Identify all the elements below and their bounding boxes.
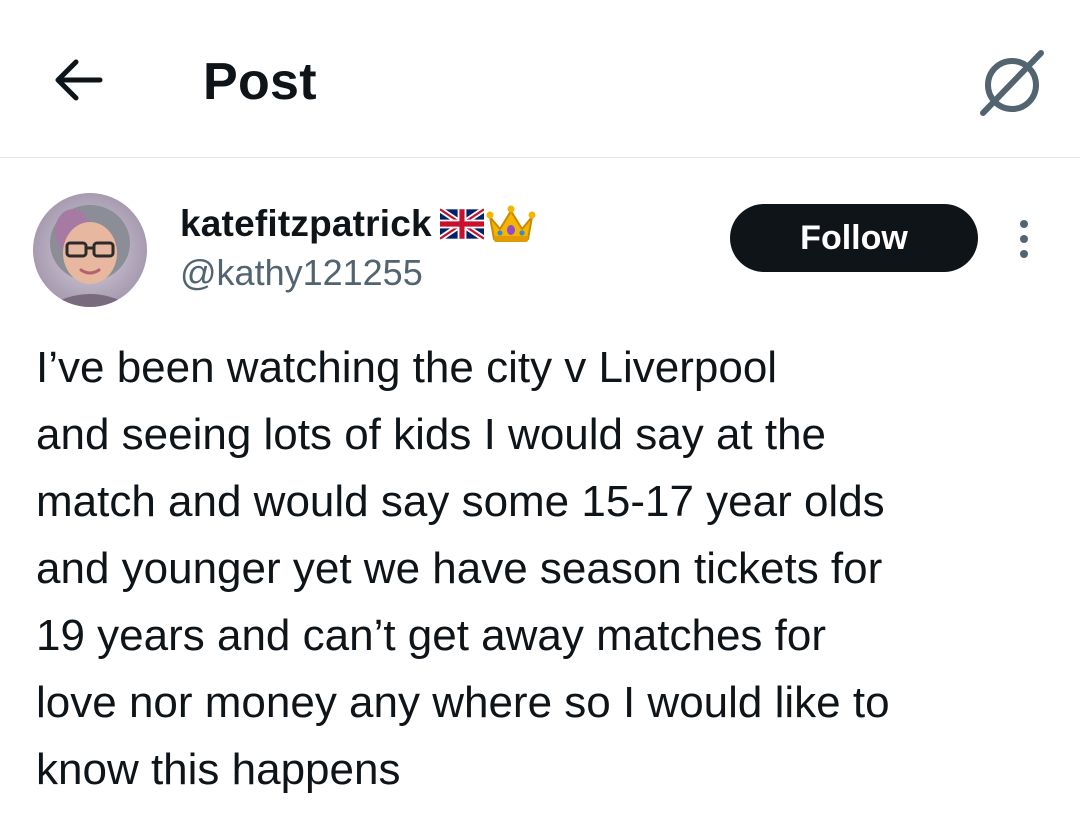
back-button[interactable] xyxy=(46,52,110,108)
top-bar: Post xyxy=(0,0,1080,158)
arrow-left-icon xyxy=(55,59,103,101)
crown-emoji xyxy=(486,205,536,242)
author-name-row[interactable]: katefitzpatrick xyxy=(180,198,536,250)
author-badges xyxy=(439,203,536,245)
avatar[interactable] xyxy=(33,193,147,307)
post-text: I’ve been watching the city v Liverpool … xyxy=(36,343,890,794)
page-title: Post xyxy=(203,53,317,111)
more-options-button[interactable] xyxy=(1004,212,1044,266)
author-handle[interactable]: @kathy121255 xyxy=(180,252,423,294)
grok-icon xyxy=(980,50,1044,116)
author-display-name: katefitzpatrick xyxy=(180,203,432,244)
grok-button[interactable] xyxy=(970,40,1054,124)
follow-button[interactable]: Follow xyxy=(730,204,978,272)
more-vertical-icon xyxy=(1020,220,1028,258)
uk-flag-emoji xyxy=(439,208,484,240)
